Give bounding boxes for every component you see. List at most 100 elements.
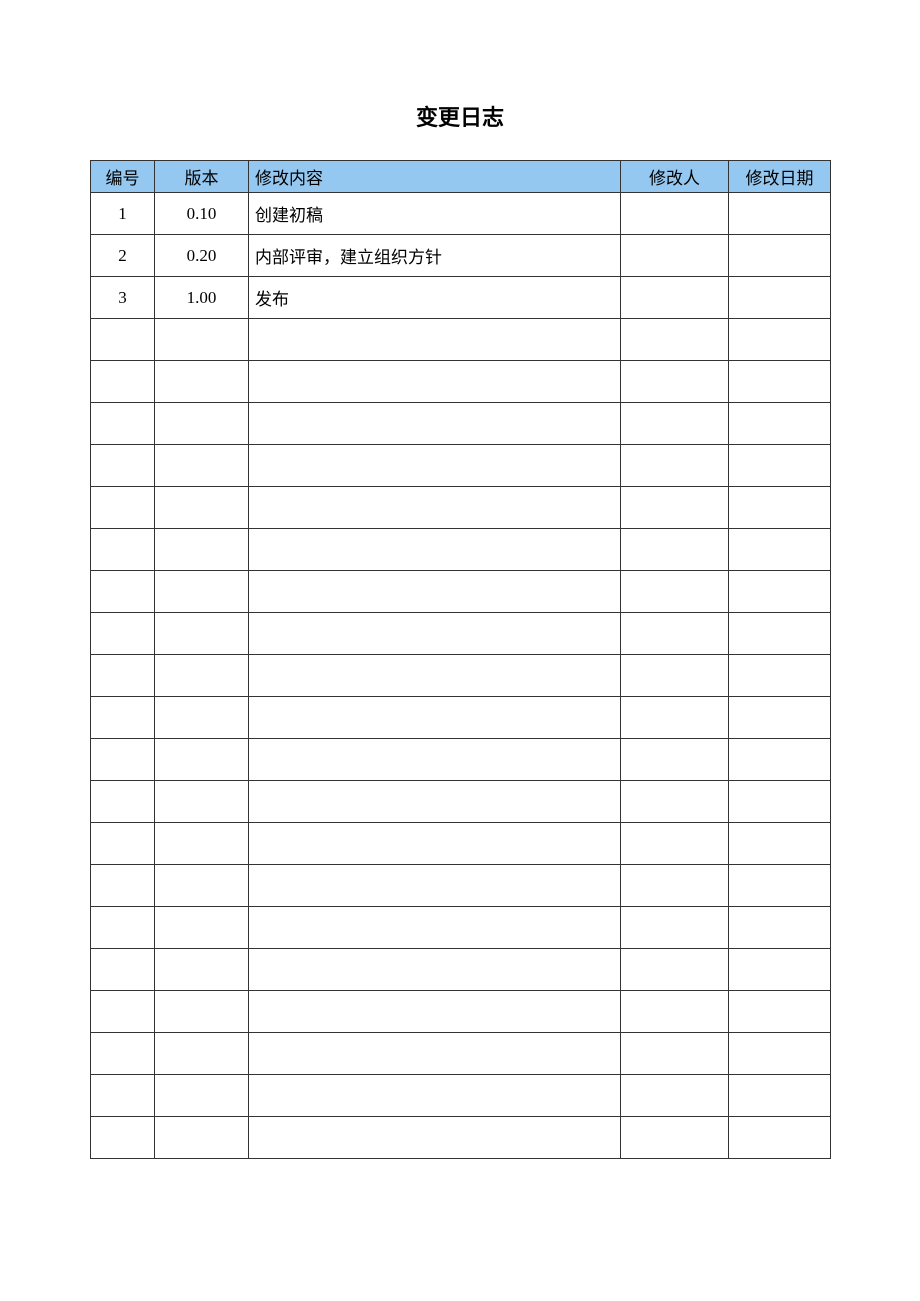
cell-content <box>249 655 621 697</box>
cell-num <box>91 403 155 445</box>
cell-person <box>621 1075 729 1117</box>
cell-date <box>729 361 831 403</box>
cell-person <box>621 949 729 991</box>
cell-num <box>91 613 155 655</box>
cell-person <box>621 739 729 781</box>
cell-version <box>155 865 249 907</box>
cell-person <box>621 445 729 487</box>
cell-date <box>729 865 831 907</box>
cell-version <box>155 697 249 739</box>
cell-num <box>91 1033 155 1075</box>
cell-person <box>621 907 729 949</box>
cell-content <box>249 739 621 781</box>
cell-content <box>249 949 621 991</box>
cell-person <box>621 655 729 697</box>
cell-num <box>91 697 155 739</box>
cell-content <box>249 865 621 907</box>
cell-version <box>155 571 249 613</box>
table-row <box>91 361 831 403</box>
cell-version <box>155 1075 249 1117</box>
table-row <box>91 739 831 781</box>
cell-person <box>621 823 729 865</box>
table-row <box>91 319 831 361</box>
cell-person <box>621 781 729 823</box>
cell-num <box>91 529 155 571</box>
cell-version <box>155 991 249 1033</box>
cell-content <box>249 445 621 487</box>
cell-content <box>249 1117 621 1159</box>
cell-content: 内部评审，建立组织方针 <box>249 235 621 277</box>
header-date: 修改日期 <box>729 161 831 193</box>
cell-date <box>729 1033 831 1075</box>
cell-person <box>621 1117 729 1159</box>
page-title: 变更日志 <box>90 100 830 132</box>
cell-num <box>91 991 155 1033</box>
cell-version <box>155 319 249 361</box>
table-row <box>91 1075 831 1117</box>
table-row: 10.10创建初稿 <box>91 193 831 235</box>
cell-version <box>155 655 249 697</box>
cell-person <box>621 697 729 739</box>
cell-date <box>729 403 831 445</box>
cell-num <box>91 823 155 865</box>
cell-date <box>729 823 831 865</box>
header-num: 编号 <box>91 161 155 193</box>
cell-version <box>155 445 249 487</box>
cell-person <box>621 319 729 361</box>
cell-date <box>729 613 831 655</box>
cell-version <box>155 1117 249 1159</box>
table-row <box>91 865 831 907</box>
cell-date <box>729 319 831 361</box>
cell-date <box>729 445 831 487</box>
cell-num <box>91 445 155 487</box>
cell-content <box>249 697 621 739</box>
cell-date <box>729 991 831 1033</box>
cell-version <box>155 1033 249 1075</box>
cell-num <box>91 487 155 529</box>
cell-num: 3 <box>91 277 155 319</box>
cell-num <box>91 907 155 949</box>
cell-version <box>155 949 249 991</box>
table-header-row: 编号 版本 修改内容 修改人 修改日期 <box>91 161 831 193</box>
cell-version <box>155 907 249 949</box>
cell-num: 2 <box>91 235 155 277</box>
cell-date <box>729 739 831 781</box>
cell-version <box>155 403 249 445</box>
table-row <box>91 1117 831 1159</box>
cell-date <box>729 1075 831 1117</box>
cell-person <box>621 1033 729 1075</box>
table-row <box>91 1033 831 1075</box>
cell-num <box>91 655 155 697</box>
cell-person <box>621 487 729 529</box>
cell-content <box>249 571 621 613</box>
table-row <box>91 949 831 991</box>
cell-person <box>621 403 729 445</box>
cell-person <box>621 193 729 235</box>
cell-version <box>155 361 249 403</box>
cell-num <box>91 1075 155 1117</box>
cell-version <box>155 781 249 823</box>
cell-version <box>155 823 249 865</box>
cell-date <box>729 235 831 277</box>
cell-version <box>155 529 249 571</box>
header-content: 修改内容 <box>249 161 621 193</box>
cell-content <box>249 361 621 403</box>
table-row <box>91 781 831 823</box>
cell-person <box>621 361 729 403</box>
cell-num <box>91 1117 155 1159</box>
table-row <box>91 823 831 865</box>
cell-num <box>91 361 155 403</box>
cell-version <box>155 739 249 781</box>
cell-content <box>249 1033 621 1075</box>
cell-date <box>729 697 831 739</box>
header-person: 修改人 <box>621 161 729 193</box>
table-row <box>91 403 831 445</box>
cell-person <box>621 235 729 277</box>
cell-content <box>249 991 621 1033</box>
changelog-table: 编号 版本 修改内容 修改人 修改日期 10.10创建初稿20.20内部评审，建… <box>90 160 831 1159</box>
cell-content <box>249 613 621 655</box>
table-row <box>91 655 831 697</box>
cell-date <box>729 655 831 697</box>
cell-person <box>621 865 729 907</box>
cell-version: 0.20 <box>155 235 249 277</box>
